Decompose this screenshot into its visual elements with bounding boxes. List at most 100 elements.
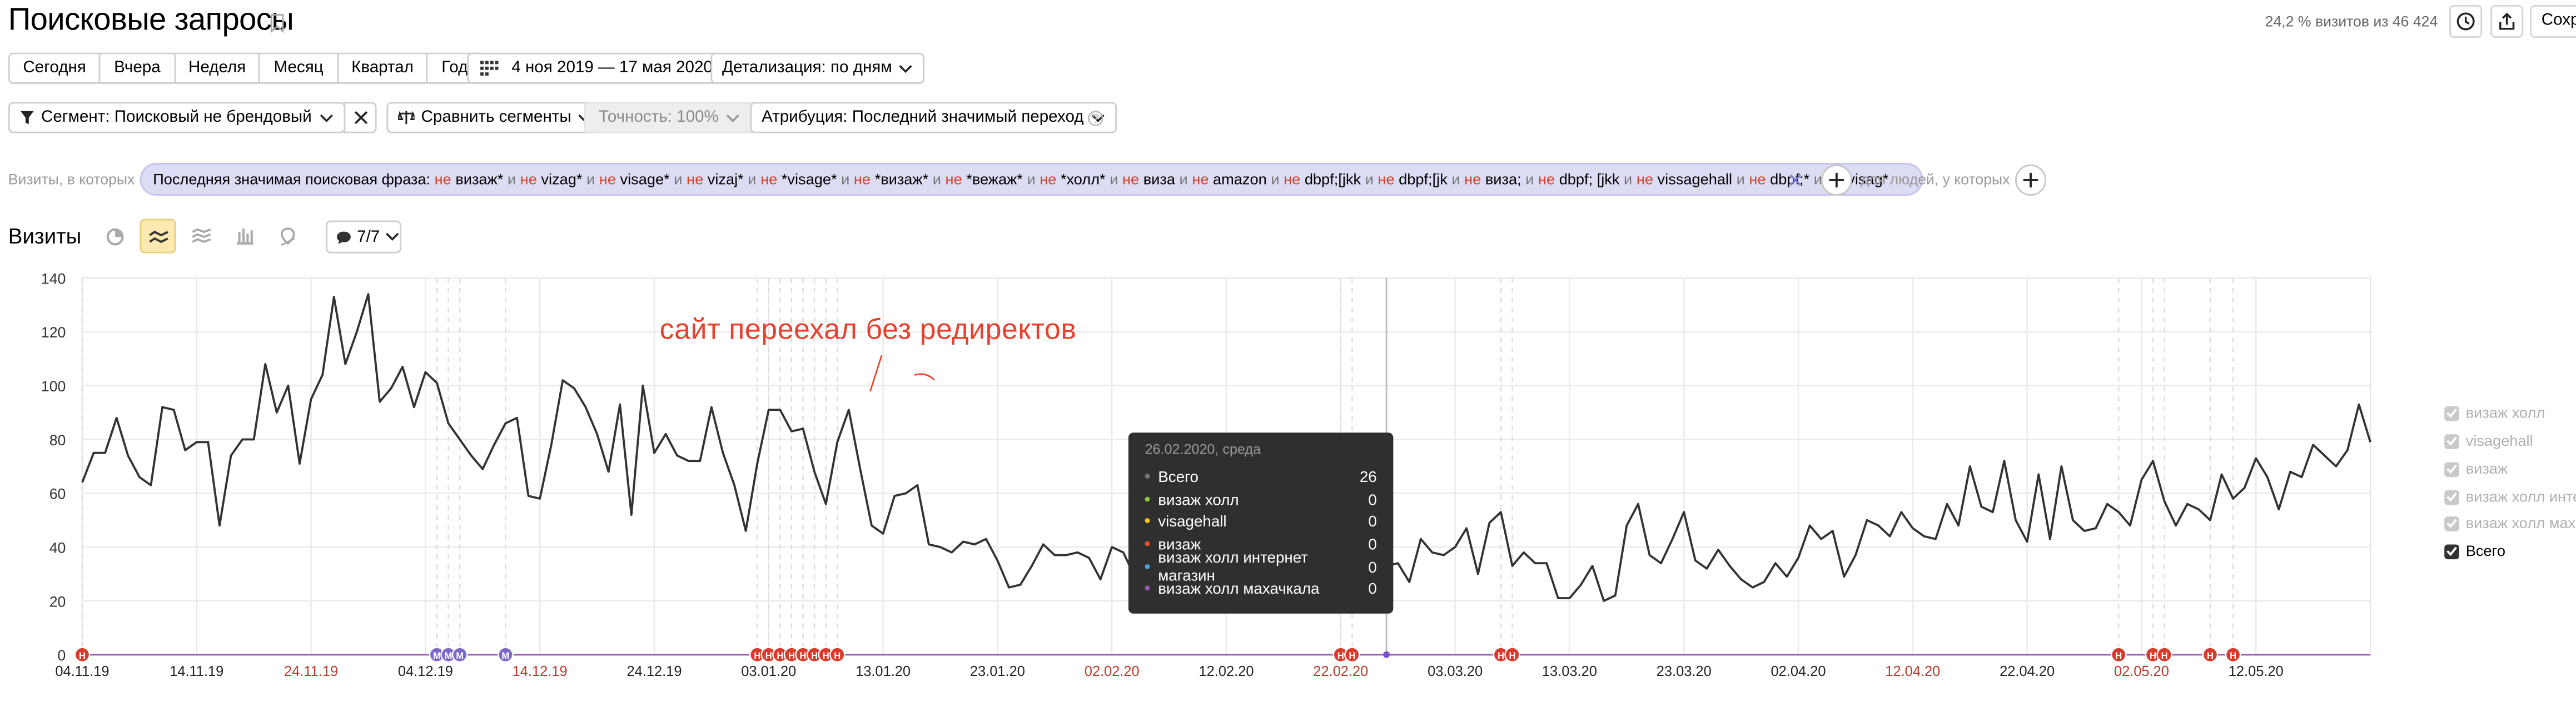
data-point[interactable]: [160, 405, 165, 409]
data-point[interactable]: [275, 410, 279, 415]
data-point[interactable]: [412, 405, 416, 409]
data-point[interactable]: [2288, 469, 2292, 474]
segment-clear-button[interactable]: [344, 102, 377, 133]
chart-type-bar-button[interactable]: [227, 219, 263, 253]
data-point[interactable]: [1579, 583, 1583, 587]
data-point[interactable]: [503, 421, 508, 425]
legend-item[interactable]: визаж холл махa: [2444, 515, 2576, 531]
period-yesterday-button[interactable]: Вчера: [101, 54, 176, 82]
data-point[interactable]: [1773, 561, 1778, 565]
data-point[interactable]: [892, 494, 897, 498]
legend-item[interactable]: визаж холл: [2444, 405, 2545, 421]
data-point[interactable]: [286, 384, 290, 388]
add-people-condition-button[interactable]: [2015, 164, 2047, 196]
data-point[interactable]: [297, 461, 302, 466]
data-point[interactable]: [1899, 510, 1903, 514]
data-point[interactable]: [1487, 520, 1491, 525]
data-point[interactable]: [675, 453, 679, 458]
data-point[interactable]: [195, 440, 199, 444]
segment-dropdown[interactable]: Сегмент: Поисковый не брендовый тр...: [8, 102, 346, 133]
date-range-button[interactable]: 4 ноя 2019 — 17 мая 2020: [467, 52, 726, 84]
data-point[interactable]: [526, 494, 530, 498]
data-point[interactable]: [1476, 571, 1480, 576]
data-point[interactable]: [858, 467, 862, 471]
chart-type-map-button[interactable]: [270, 219, 306, 253]
data-point[interactable]: [1018, 583, 1022, 587]
data-point[interactable]: [1636, 502, 1640, 506]
data-point[interactable]: [1499, 510, 1503, 514]
data-point[interactable]: [366, 292, 370, 296]
data-point[interactable]: [1087, 555, 1091, 560]
data-point[interactable]: [778, 407, 782, 412]
data-point[interactable]: [1396, 561, 1400, 565]
data-point[interactable]: [309, 397, 313, 401]
data-point[interactable]: [927, 542, 931, 546]
data-point[interactable]: [1864, 518, 1869, 523]
notes-dropdown[interactable]: 7/7: [325, 220, 402, 253]
history-button[interactable]: [2449, 4, 2483, 38]
add-visit-condition-button[interactable]: [1821, 164, 1852, 196]
data-point[interactable]: [800, 426, 805, 431]
data-point[interactable]: [2356, 402, 2361, 406]
period-today-button[interactable]: Сегодня: [9, 54, 101, 82]
search-phrase-condition-chip[interactable]: Последняя значимая поисковая фраза: не в…: [140, 162, 1923, 196]
data-point[interactable]: [2174, 523, 2178, 528]
data-point[interactable]: [572, 386, 576, 390]
legend-item[interactable]: визаж холл инте: [2444, 489, 2576, 505]
data-point[interactable]: [549, 442, 554, 447]
data-point[interactable]: [1819, 536, 1823, 541]
export-button[interactable]: [2490, 4, 2524, 38]
data-point[interactable]: [1030, 564, 1034, 568]
data-point[interactable]: [1945, 502, 1949, 506]
data-point[interactable]: [2048, 536, 2052, 541]
data-point[interactable]: [2265, 475, 2270, 479]
data-point[interactable]: [2208, 518, 2212, 523]
data-point[interactable]: [2105, 502, 2110, 506]
data-point[interactable]: [377, 400, 382, 404]
data-point[interactable]: [1968, 464, 1972, 469]
data-point[interactable]: [1453, 545, 1457, 549]
data-point[interactable]: [2013, 518, 2018, 523]
data-point[interactable]: [2276, 507, 2281, 511]
data-point[interactable]: [1659, 561, 1663, 565]
data-point[interactable]: [2185, 502, 2190, 506]
data-point[interactable]: [1052, 553, 1057, 557]
legend-item[interactable]: Всего: [2444, 543, 2505, 559]
data-point[interactable]: [1064, 553, 1068, 557]
data-point[interactable]: [1716, 548, 1720, 552]
data-point[interactable]: [1110, 545, 1114, 549]
data-point[interactable]: [1510, 564, 1514, 568]
data-point[interactable]: [2128, 523, 2132, 528]
data-point[interactable]: [1704, 566, 1709, 571]
data-point[interactable]: [1407, 580, 1411, 584]
data-point[interactable]: [847, 407, 851, 412]
data-point[interactable]: [1556, 596, 1560, 600]
data-point[interactable]: [2036, 472, 2041, 476]
data-point[interactable]: [492, 442, 496, 447]
data-point[interactable]: [687, 459, 691, 463]
data-point[interactable]: [2368, 440, 2373, 444]
data-point[interactable]: [869, 523, 874, 528]
data-point[interactable]: [228, 453, 233, 458]
data-point[interactable]: [2082, 529, 2086, 533]
data-point[interactable]: [2334, 464, 2338, 469]
data-point[interactable]: [1933, 536, 1938, 541]
data-point[interactable]: [1682, 510, 1686, 514]
data-point[interactable]: [435, 381, 439, 385]
help-icon[interactable]: [1087, 110, 1104, 127]
data-point[interactable]: [560, 378, 565, 382]
data-point[interactable]: [904, 491, 908, 495]
data-point[interactable]: [824, 502, 828, 506]
data-point[interactable]: [984, 536, 988, 541]
save-button[interactable]: Сохр: [2530, 4, 2576, 38]
data-point[interactable]: [389, 386, 393, 390]
data-point[interactable]: [1739, 577, 1743, 581]
data-point[interactable]: [720, 451, 725, 455]
data-point[interactable]: [1876, 523, 1881, 528]
data-point[interactable]: [2242, 485, 2247, 490]
data-point[interactable]: [640, 384, 645, 388]
data-point[interactable]: [1098, 577, 1102, 581]
data-point[interactable]: [2162, 499, 2166, 504]
data-point[interactable]: [1670, 536, 1675, 541]
data-point[interactable]: [767, 407, 771, 412]
